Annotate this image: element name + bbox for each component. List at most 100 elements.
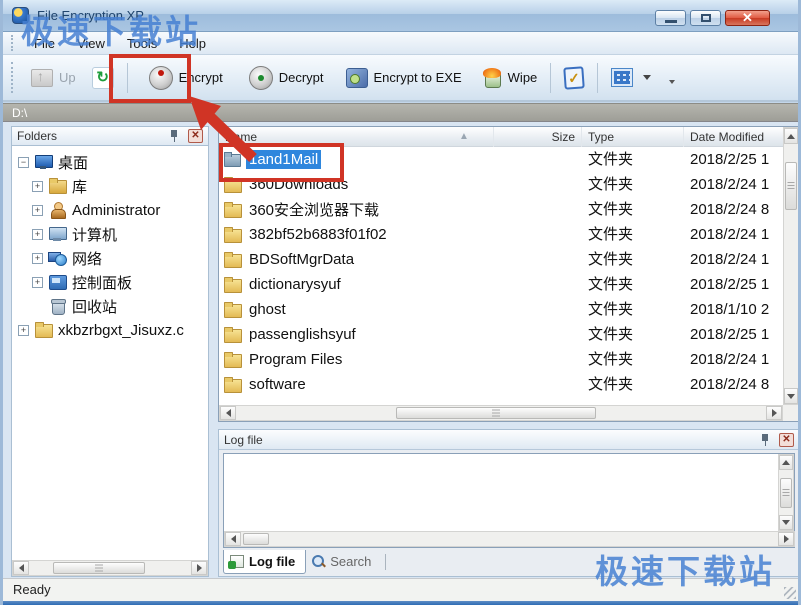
log-panel-title: Log file: [224, 433, 759, 447]
file-list-v-scrollbar[interactable]: [783, 127, 799, 405]
file-row-ghost[interactable]: ghost 文件夹 2018/1/10 2: [219, 297, 783, 322]
folder-icon: [223, 327, 241, 342]
log-v-scrollbar[interactable]: [778, 454, 794, 531]
scroll-left-icon[interactable]: [225, 532, 241, 546]
file-list-panel: Name ▲ Size Type Date Modified 1and1Mail…: [218, 126, 800, 422]
window-controls: ✕: [655, 10, 770, 26]
scroll-down-icon[interactable]: [779, 515, 793, 530]
pin-icon[interactable]: [759, 433, 771, 447]
scroll-right-icon[interactable]: [778, 532, 794, 546]
close-button[interactable]: ✕: [725, 10, 770, 26]
column-header-name[interactable]: Name: [219, 127, 494, 147]
file-row-bdsoftmgrdata[interactable]: BDSoftMgrData 文件夹 2018/2/24 1: [219, 247, 783, 272]
tree-item-control-panel[interactable]: + 控制面板: [12, 270, 208, 294]
folder-icon: [223, 302, 241, 317]
file-row-dictionarysyuf[interactable]: dictionarysyuf 文件夹 2018/2/25 1: [219, 272, 783, 297]
file-list-h-scrollbar[interactable]: [219, 405, 783, 421]
decrypt-button[interactable]: Decrypt: [241, 61, 332, 95]
scroll-up-icon[interactable]: [784, 128, 798, 144]
views-grid-icon: [611, 68, 633, 87]
encrypt-to-exe-label: Encrypt to EXE: [374, 70, 462, 85]
log-text-area[interactable]: [223, 453, 795, 548]
toolbar-separator: [597, 63, 598, 93]
wipe-label: Wipe: [508, 70, 538, 85]
tree-item-network[interactable]: + 网络: [12, 246, 208, 270]
file-row-1and1mail[interactable]: 1and1Mail 文件夹 2018/2/25 1: [219, 147, 783, 172]
options-button[interactable]: ✓: [556, 62, 592, 94]
expand-icon[interactable]: +: [32, 181, 43, 192]
log-close-button[interactable]: ✕: [779, 433, 794, 447]
wipe-button[interactable]: Wipe: [474, 63, 546, 93]
encrypt-button[interactable]: Encrypt: [141, 61, 231, 95]
encrypt-label: Encrypt: [179, 70, 223, 85]
up-button[interactable]: Up: [23, 64, 84, 92]
file-row-360browser[interactable]: 360安全浏览器下载 文件夹 2018/2/24 8: [219, 197, 783, 222]
file-date: 2018/2/24 1: [690, 172, 783, 197]
tree-item-libraries[interactable]: + 库: [12, 174, 208, 198]
folders-close-button[interactable]: ✕: [188, 129, 203, 143]
expand-icon[interactable]: +: [18, 325, 29, 336]
scroll-up-icon[interactable]: [779, 455, 793, 470]
expand-icon[interactable]: +: [32, 229, 43, 240]
file-row-software[interactable]: software 文件夹 2018/2/24 8: [219, 372, 783, 397]
scrollbar-thumb[interactable]: [785, 162, 797, 210]
expand-icon[interactable]: +: [32, 253, 43, 264]
wipe-trash-fire-icon: [482, 68, 502, 88]
options-checklist-icon: ✓: [564, 66, 585, 89]
file-row-382bf52b[interactable]: 382bf52b6883f01f02 文件夹 2018/2/24 1: [219, 222, 783, 247]
maximize-button[interactable]: [690, 10, 721, 26]
recycle-bin-icon: [48, 298, 67, 314]
file-row-360downloads[interactable]: 360Downloads 文件夹 2018/2/24 1: [219, 172, 783, 197]
file-name: BDSoftMgrData: [246, 250, 357, 269]
tree-item-computer[interactable]: + 计算机: [12, 222, 208, 246]
resize-grip[interactable]: [784, 587, 796, 599]
scroll-left-icon[interactable]: [13, 561, 29, 575]
collapse-icon[interactable]: −: [18, 157, 29, 168]
scrollbar-thumb[interactable]: [53, 562, 145, 574]
column-header-type[interactable]: Type: [582, 127, 684, 147]
tree-item-label: Administrator: [72, 202, 160, 219]
exe-box-icon: [346, 68, 368, 88]
folder-icon: [223, 177, 241, 192]
address-bar[interactable]: D:\: [3, 103, 798, 122]
tree-item-xkbzrbgxt[interactable]: + xkbzrbgxt_Jisuxz.c: [12, 318, 208, 342]
file-row-passenglishsyuf[interactable]: passenglishsyuf 文件夹 2018/2/25 1: [219, 322, 783, 347]
folders-panel: Folders ✕ − 桌面 + 库: [11, 126, 209, 577]
toolbar-separator: [127, 63, 128, 93]
scroll-right-icon[interactable]: [191, 561, 207, 575]
tab-log-file[interactable]: Log file: [223, 550, 306, 574]
tree-item-desktop[interactable]: − 桌面: [12, 150, 208, 174]
window-bottom-border: [3, 601, 798, 605]
folders-tree: − 桌面 + 库 + Administrator: [11, 146, 209, 577]
file-name: ghost: [246, 300, 289, 319]
column-header-size[interactable]: Size: [494, 127, 582, 147]
column-header-date[interactable]: Date Modified: [684, 127, 783, 147]
tree-item-administrator[interactable]: + Administrator: [12, 198, 208, 222]
pin-icon[interactable]: [168, 129, 180, 143]
toolbar-overflow-icon[interactable]: [669, 80, 675, 84]
decrypt-knob-icon: [249, 66, 273, 90]
file-name: 360安全浏览器下载: [246, 198, 382, 221]
tree-item-recycle-bin[interactable]: 回收站: [12, 294, 208, 318]
scrollbar-corner: [783, 405, 799, 421]
scrollbar-thumb[interactable]: [396, 407, 596, 419]
expand-icon[interactable]: +: [32, 205, 43, 216]
menu-gripper: [11, 35, 15, 50]
scroll-down-icon[interactable]: [784, 388, 798, 404]
tab-search[interactable]: Search: [306, 550, 381, 574]
encrypt-to-exe-button[interactable]: Encrypt to EXE: [338, 63, 470, 93]
toolbar: Up ↻ Encrypt Decrypt Encrypt to EXE Wipe…: [3, 55, 798, 102]
expand-icon[interactable]: +: [32, 277, 43, 288]
scrollbar-thumb[interactable]: [243, 533, 269, 545]
folder-icon: [223, 352, 241, 367]
file-row-program-files[interactable]: Program Files 文件夹 2018/2/24 1: [219, 347, 783, 372]
scroll-right-icon[interactable]: [766, 406, 782, 420]
refresh-button[interactable]: ↻: [84, 62, 122, 94]
address-path: D:\: [12, 106, 27, 120]
folders-h-scrollbar[interactable]: [12, 560, 208, 576]
scrollbar-thumb[interactable]: [780, 478, 792, 508]
minimize-button[interactable]: [655, 10, 686, 26]
views-button[interactable]: [603, 63, 659, 92]
file-name: 1and1Mail: [246, 150, 321, 169]
scroll-left-icon[interactable]: [220, 406, 236, 420]
